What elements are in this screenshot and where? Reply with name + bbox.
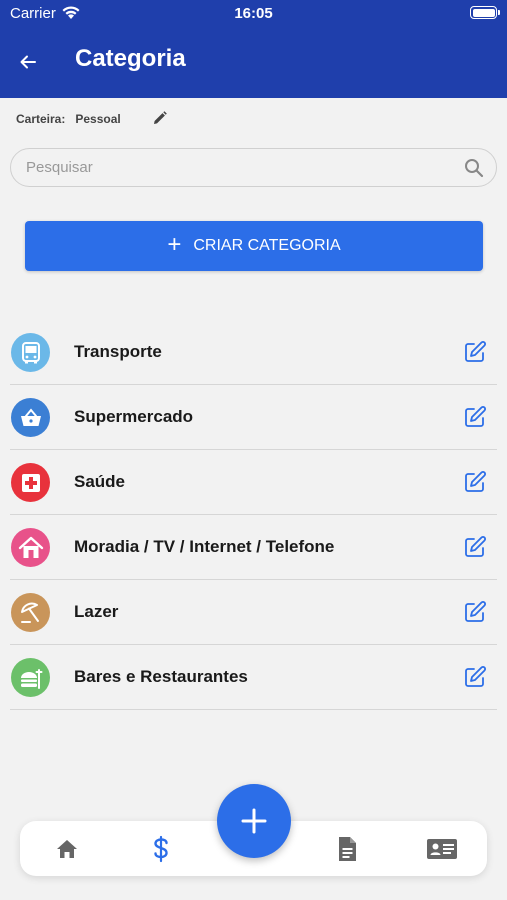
- status-bar: Carrier 16:05: [0, 0, 507, 28]
- list-item[interactable]: Moradia / TV / Internet / Telefone: [10, 515, 497, 580]
- list-item[interactable]: Supermercado: [10, 385, 497, 450]
- wallet-name: Pessoal: [75, 112, 121, 126]
- list-item[interactable]: Saúde: [10, 450, 497, 515]
- category-name: Moradia / TV / Internet / Telefone: [74, 537, 335, 556]
- edit-icon[interactable]: [463, 340, 487, 364]
- clock: 16:05: [234, 5, 273, 22]
- back-button[interactable]: [14, 48, 42, 76]
- edit-icon[interactable]: [463, 405, 487, 429]
- create-category-button[interactable]: + CRIAR CATEGORIA: [25, 221, 483, 271]
- edit-icon[interactable]: [463, 665, 487, 689]
- bus-icon: [11, 333, 50, 372]
- app-header: Carrier 16:05 Categoria: [0, 0, 507, 98]
- arrow-left-icon: [20, 55, 36, 69]
- home-icon: [57, 840, 77, 858]
- page-title: Categoria: [75, 45, 186, 72]
- category-list: Transporte Supermercado Saúde Moradia / …: [10, 320, 497, 710]
- category-name: Lazer: [74, 602, 119, 621]
- battery-icon: [470, 6, 500, 19]
- category-name: Bares e Restaurantes: [74, 667, 248, 686]
- first-aid-icon: [11, 463, 50, 502]
- contact-card-icon: [427, 839, 457, 859]
- pencil-icon[interactable]: [152, 110, 168, 126]
- umbrella-icon: [11, 593, 50, 632]
- basket-icon: [11, 398, 50, 437]
- search-bar: [10, 148, 497, 187]
- nav-reports-button[interactable]: [333, 835, 361, 863]
- edit-icon[interactable]: [463, 600, 487, 624]
- plus-icon: +: [167, 230, 182, 258]
- wallet-label: Carteira:: [16, 112, 66, 126]
- search-icon[interactable]: [464, 158, 484, 178]
- house-icon: [11, 528, 50, 567]
- wallet-row: Carteira: Pessoal: [16, 110, 167, 128]
- food-icon: [11, 658, 50, 697]
- category-name: Transporte: [74, 342, 162, 361]
- nav-contacts-button[interactable]: [425, 835, 459, 863]
- list-item[interactable]: Lazer: [10, 580, 497, 645]
- add-button[interactable]: [217, 784, 291, 858]
- create-category-label: CRIAR CATEGORIA: [193, 237, 341, 254]
- edit-icon[interactable]: [463, 535, 487, 559]
- dollar-icon: [154, 835, 168, 863]
- list-item[interactable]: Transporte: [10, 320, 497, 385]
- category-name: Saúde: [74, 472, 126, 491]
- search-input[interactable]: [26, 149, 456, 186]
- document-icon: [339, 837, 356, 861]
- nav-home-button[interactable]: [53, 835, 81, 863]
- category-name: Supermercado: [74, 407, 194, 426]
- add-icon: [241, 808, 267, 834]
- nav-finance-button[interactable]: [147, 835, 175, 863]
- list-item[interactable]: Bares e Restaurantes: [10, 645, 497, 710]
- edit-icon[interactable]: [463, 470, 487, 494]
